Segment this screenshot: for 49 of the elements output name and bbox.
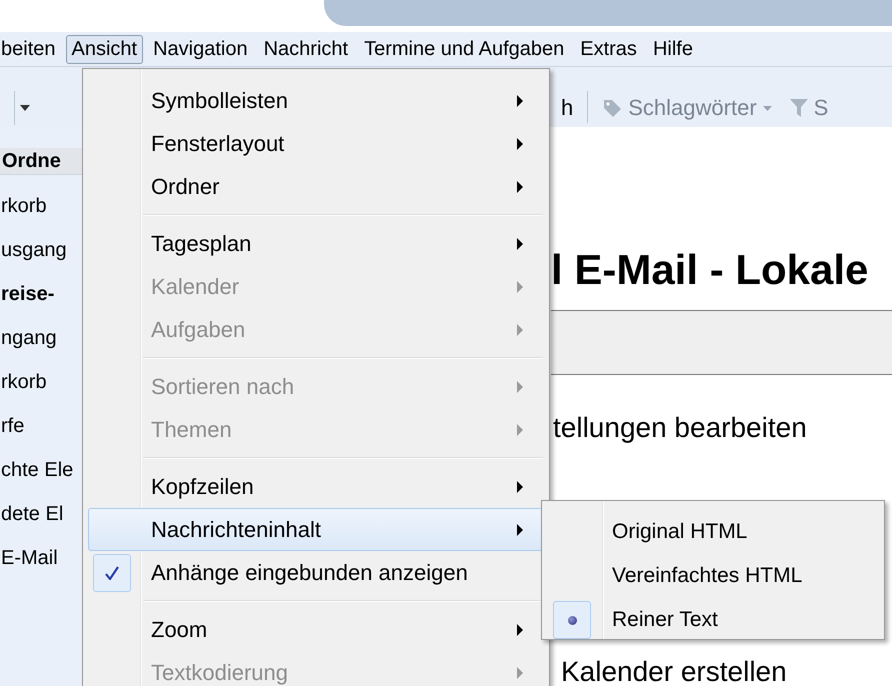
folder-item[interactable]: chte Ele	[0, 448, 84, 492]
menu-bar-item[interactable]: Nachricht	[258, 34, 354, 64]
toolbar-button[interactable]: h	[561, 91, 574, 125]
submenu-arrow-icon	[517, 524, 523, 536]
submenu-arrow-icon	[517, 238, 523, 250]
caret-icon	[762, 106, 772, 110]
menu-item[interactable]: Nachrichteninhalt	[88, 508, 544, 551]
tag-icon	[602, 98, 622, 118]
folder-item[interactable]: dete El	[0, 492, 84, 536]
menu-item[interactable]: Vereinfachtes HTML	[546, 554, 880, 598]
menu-item[interactable]: Kopfzeilen	[88, 465, 544, 508]
submenu-arrow-icon	[517, 424, 523, 436]
filter-icon	[790, 98, 808, 118]
submenu-arrow-icon	[517, 480, 523, 492]
menu-item[interactable]: Fensterlayout	[88, 122, 544, 165]
folder-item[interactable]: rkorb	[0, 360, 84, 404]
submenu-arrow-icon	[517, 666, 523, 678]
menu-item[interactable]: Zoom	[88, 608, 544, 651]
menu-item[interactable]: Original HTML	[546, 510, 880, 554]
menu-bar-item[interactable]: beiten	[0, 34, 62, 64]
menu-bar-item[interactable]: Termine und Aufgaben	[358, 34, 570, 64]
caret-icon	[20, 105, 30, 111]
menu-item[interactable]: Symbolleisten	[88, 79, 544, 122]
folder-item[interactable]: ngang	[0, 316, 84, 360]
menu-bar-item[interactable]: Extras	[574, 34, 643, 64]
menu-bar-item[interactable]: Navigation	[147, 34, 254, 64]
menu-bar-item[interactable]: Ansicht	[66, 34, 144, 64]
menu-item[interactable]: Reiner Text	[546, 598, 880, 642]
menu-item[interactable]: Tagesplan	[88, 222, 544, 265]
folder-item[interactable]: rkorb	[0, 184, 84, 228]
submenu-arrow-icon	[517, 94, 523, 106]
menu-item[interactable]: Ordner	[88, 165, 544, 208]
menu-item[interactable]: Anhänge eingebunden anzeigen	[88, 551, 544, 594]
submenu-arrow-icon	[517, 624, 523, 636]
folder-item[interactable]: reise-	[0, 272, 84, 316]
folder-item[interactable]: usgang	[0, 228, 84, 272]
column-header[interactable]: Ordne	[0, 148, 84, 175]
menu-bar-item[interactable]: Hilfe	[646, 34, 699, 64]
submenu-arrow-icon	[517, 380, 523, 392]
page-heading: l E-Mail - Lokale	[551, 245, 868, 295]
action-link[interactable]: tellungen bearbeiten	[551, 410, 807, 446]
submenu-arrow-icon	[517, 180, 523, 192]
submenu-arrow-icon	[517, 138, 523, 150]
submenu-arrow-icon	[517, 280, 523, 292]
folder-item[interactable]: E-Mail	[0, 536, 84, 580]
submenu-arrow-icon	[517, 324, 523, 336]
checkmark-icon	[93, 554, 131, 592]
folder-item[interactable]: rfe	[0, 404, 84, 448]
action-link[interactable]: Kalender erstellen	[551, 654, 787, 686]
